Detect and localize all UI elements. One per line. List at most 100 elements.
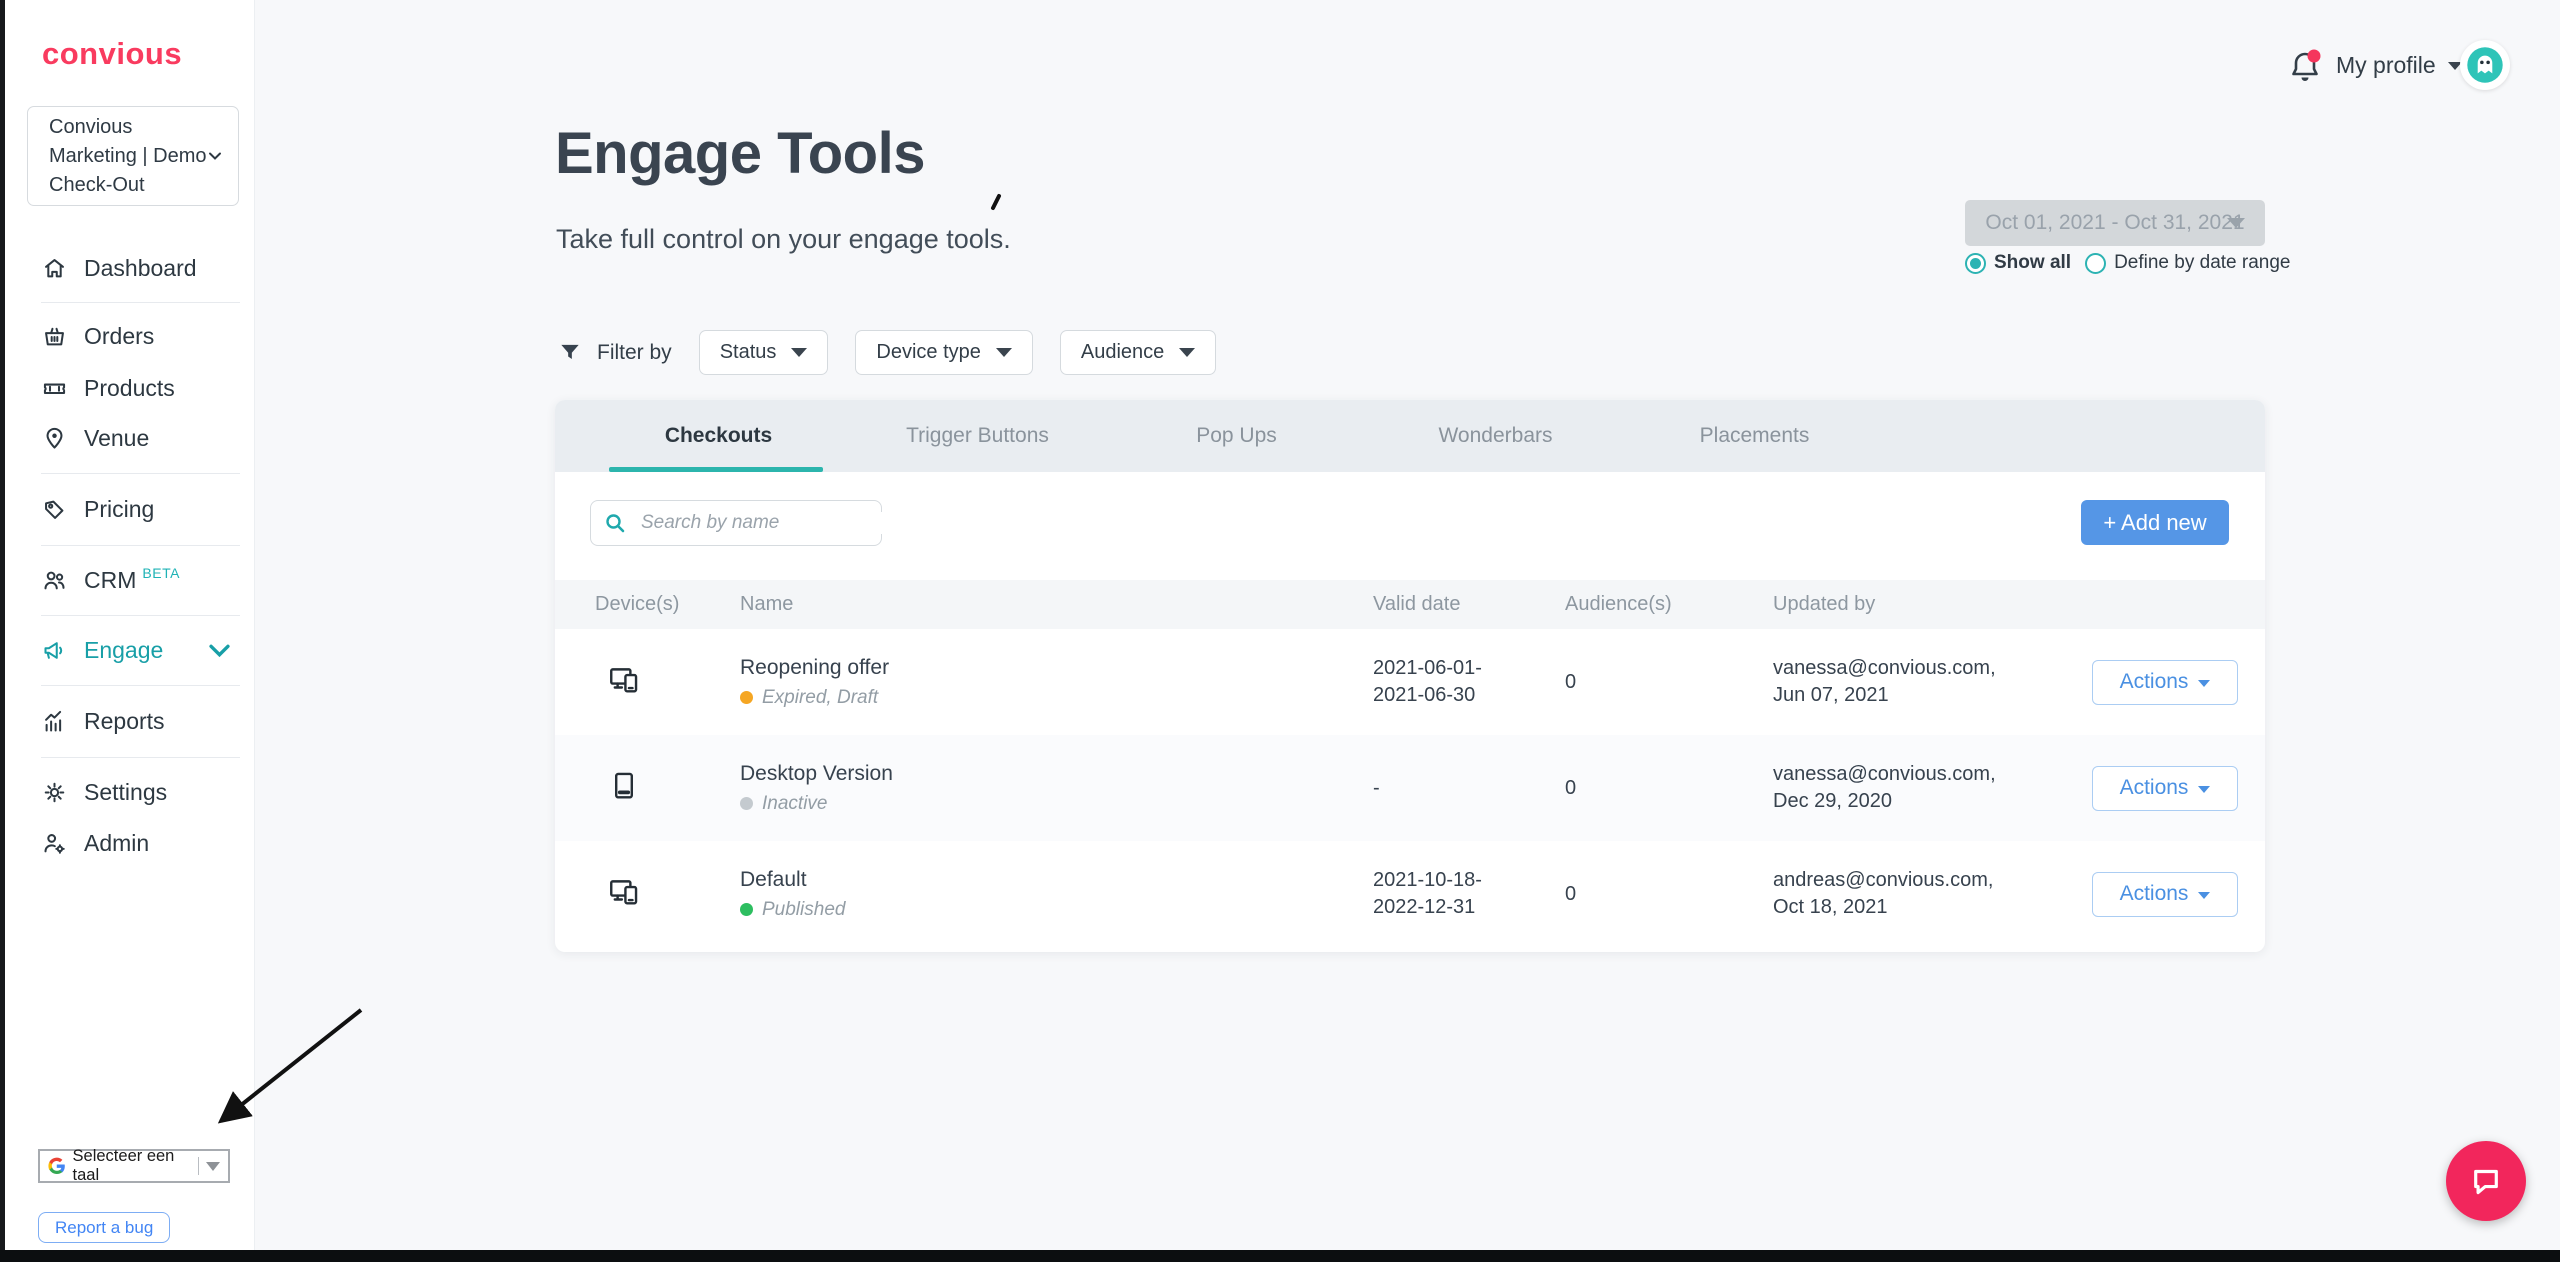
tag-icon: [41, 496, 68, 523]
valid-date-cell: 2021-06-01-2021-06-30: [1373, 655, 1565, 709]
sidebar-item-label: Admin: [84, 830, 149, 857]
page-title: Engage Tools: [555, 120, 925, 187]
notifications-bell-icon[interactable]: [2284, 46, 2326, 88]
sidebar-item-products[interactable]: Products: [5, 367, 255, 409]
sidebar-item-label: Venue: [84, 425, 149, 452]
workspace-selector[interactable]: Convious Marketing | Demo Check-Out: [27, 106, 239, 206]
sidebar-divider: [41, 545, 240, 546]
user-gear-icon: [41, 830, 68, 857]
tab-pop-ups[interactable]: Pop Ups: [1107, 400, 1366, 472]
filter-bar: Filter by Status Device type Audience: [557, 330, 1216, 375]
search-icon: [603, 511, 627, 535]
status-dot: [740, 691, 753, 704]
table-row: Reopening offer Expired, Draft 2021-06-0…: [555, 629, 2265, 735]
crm-beta-badge: BETA: [142, 565, 180, 581]
google-translate-widget[interactable]: Selecteer een taal: [38, 1149, 230, 1183]
status-dot: [740, 797, 753, 810]
tool-name-cell: Reopening offer Expired, Draft: [740, 656, 1373, 709]
col-devices: Device(s): [595, 593, 740, 616]
audiences-cell: 0: [1565, 671, 1773, 694]
page-subtitle: Take full control on your engage tools.: [556, 224, 1011, 255]
desktop-icon: [595, 769, 740, 808]
tab-placements[interactable]: Placements: [1625, 400, 1884, 472]
sidebar-divider: [41, 615, 240, 616]
map-pin-icon: [41, 425, 68, 452]
sidebar-item-venue[interactable]: Venue: [5, 417, 255, 459]
dropdown-arrow-icon: [1179, 348, 1195, 357]
actions-button[interactable]: Actions: [2092, 766, 2238, 811]
search-input[interactable]: [641, 512, 888, 534]
tool-name: Desktop Version: [740, 762, 893, 785]
bar-chart-icon: [41, 708, 68, 735]
col-audiences: Audience(s): [1565, 593, 1773, 616]
radio-define-range[interactable]: Define by date range: [2085, 252, 2290, 274]
sidebar-divider: [41, 302, 240, 303]
valid-date-cell: 2021-10-18-2022-12-31: [1373, 867, 1565, 921]
tab-bar: Checkouts Trigger Buttons Pop Ups Wonder…: [555, 400, 2265, 472]
pencil-cursor-mark: [985, 192, 1005, 214]
divider: [198, 1157, 199, 1175]
table-header: Device(s) Name Valid date Audience(s) Up…: [555, 580, 2265, 629]
dropdown-label: Status: [720, 341, 777, 364]
updated-by-cell: andreas@convious.com,Oct 18, 2021: [1773, 867, 2092, 921]
sidebar-item-settings[interactable]: Settings: [5, 771, 255, 813]
sidebar-item-pricing[interactable]: Pricing: [5, 488, 255, 530]
dropdown-arrow-icon: [2198, 892, 2210, 899]
users-icon: [41, 567, 68, 594]
chevron-down-icon: [207, 148, 223, 164]
sidebar-divider: [41, 685, 240, 686]
chat-bubble-icon: [2467, 1162, 2505, 1200]
add-new-button[interactable]: + Add new: [2081, 500, 2229, 545]
chat-button[interactable]: [2446, 1141, 2526, 1221]
radio-show-all[interactable]: Show all: [1965, 252, 2071, 274]
sidebar-item-reports[interactable]: Reports: [5, 700, 255, 742]
avatar[interactable]: [2460, 40, 2510, 90]
col-updated-by: Updated by: [1773, 593, 2092, 616]
desktop-mobile-icon: [595, 663, 740, 702]
status-filter-dropdown[interactable]: Status: [699, 330, 829, 375]
dropdown-arrow-icon: [2198, 786, 2210, 793]
date-range-select[interactable]: Oct 01, 2021 - Oct 31, 2021: [1965, 200, 2265, 246]
audience-filter-dropdown[interactable]: Audience: [1060, 330, 1216, 375]
tab-trigger-buttons[interactable]: Trigger Buttons: [848, 400, 1107, 472]
sidebar-item-engage[interactable]: Engage: [5, 629, 255, 671]
date-range-value: Oct 01, 2021 - Oct 31, 2021: [1985, 211, 2244, 235]
sidebar-item-label: Engage: [84, 637, 163, 664]
status-text: Published: [762, 899, 845, 921]
report-bug-button[interactable]: Report a bug: [38, 1212, 170, 1243]
sidebar-item-orders[interactable]: Orders: [5, 315, 255, 357]
workspace-name: Convious Marketing | Demo Check-Out: [49, 113, 207, 200]
tab-checkouts[interactable]: Checkouts: [589, 400, 848, 472]
translate-label: Selecteer een taal: [73, 1147, 190, 1185]
tool-name: Default: [740, 868, 807, 891]
desktop-mobile-icon: [595, 875, 740, 914]
actions-button[interactable]: Actions: [2092, 872, 2238, 917]
table-row: Default Published 2021-10-18-2022-12-31 …: [555, 841, 2265, 947]
my-profile-menu[interactable]: My profile: [2336, 52, 2462, 79]
sidebar-item-label: Dashboard: [84, 255, 197, 282]
google-logo-icon: [48, 1156, 66, 1176]
funnel-icon: [557, 340, 583, 366]
basket-icon: [41, 323, 68, 350]
actions-button[interactable]: Actions: [2092, 660, 2238, 705]
device-type-filter-dropdown[interactable]: Device type: [855, 330, 1033, 375]
sidebar-item-label: Pricing: [84, 496, 154, 523]
sidebar-item-crm[interactable]: CRM BETA: [5, 559, 255, 601]
sidebar-divider: [41, 473, 240, 474]
valid-date-cell: -: [1373, 775, 1565, 802]
sidebar-item-label: Settings: [84, 779, 167, 806]
sidebar-item-label: Products: [84, 375, 175, 402]
col-name: Name: [740, 593, 1373, 616]
dropdown-arrow-icon: [206, 1162, 220, 1171]
engage-tools-card: Checkouts Trigger Buttons Pop Ups Wonder…: [555, 400, 2265, 952]
table-row: Desktop Version Inactive - 0 vanessa@con…: [555, 735, 2265, 841]
sidebar-item-dashboard[interactable]: Dashboard: [5, 247, 255, 289]
updated-by-cell: vanessa@convious.com,Jun 07, 2021: [1773, 655, 2092, 709]
search-box[interactable]: [590, 500, 882, 546]
tab-wonderbars[interactable]: Wonderbars: [1366, 400, 1625, 472]
sidebar-item-label: CRM: [84, 567, 136, 594]
actions-label: Actions: [2120, 670, 2189, 694]
sidebar-item-admin[interactable]: Admin: [5, 822, 255, 864]
avatar-logo-icon: [2460, 40, 2510, 90]
dropdown-label: Device type: [876, 341, 981, 364]
